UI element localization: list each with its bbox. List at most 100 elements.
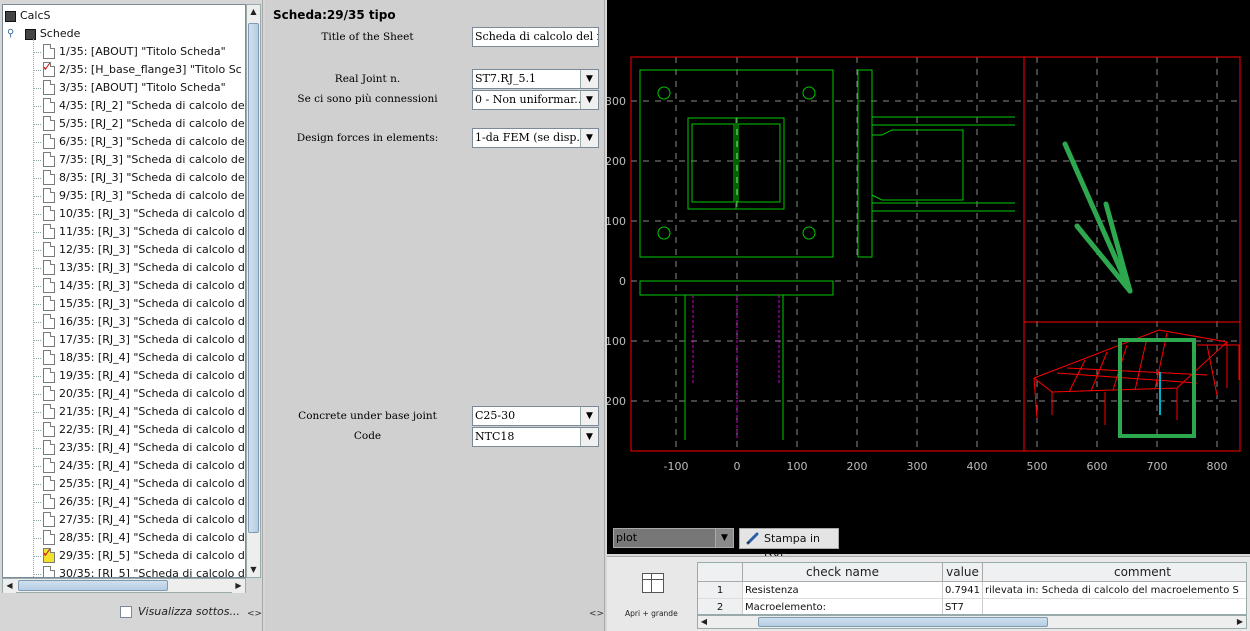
tree-connector xyxy=(33,196,41,197)
scroll-right-icon[interactable]: ▶ xyxy=(1234,616,1246,628)
chevron-down-icon[interactable]: ▼ xyxy=(580,70,598,88)
plot-mode-value: plot xyxy=(616,531,638,544)
tree-item-label: 29/35: [RJ_5] "Scheda di calcolo d xyxy=(59,549,245,562)
tree-item-label: 4/35: [RJ_2] "Scheda di calcolo de xyxy=(59,99,245,112)
tree-item[interactable]: 19/35: [RJ_4] "Scheda di calcolo d xyxy=(33,367,245,385)
tree-item[interactable]: 9/35: [RJ_3] "Scheda di calcolo de xyxy=(33,187,245,205)
export-dxf-button[interactable]: Stampa in DXF xyxy=(739,528,839,564)
table-row[interactable]: 2 Macroelemento: ST7 xyxy=(698,599,1246,614)
tree-connector xyxy=(33,52,41,53)
tree-item[interactable]: 11/35: [RJ_3] "Scheda di calcolo d xyxy=(33,223,245,241)
design-forces-select[interactable]: 1-da FEM (se disp.) ▼ xyxy=(472,128,599,148)
tree-item[interactable]: 27/35: [RJ_4] "Scheda di calcolo d xyxy=(33,511,245,529)
tree-item[interactable]: 8/35: [RJ_3] "Scheda di calcolo de xyxy=(33,169,245,187)
tree-item[interactable]: 10/35: [RJ_3] "Scheda di calcolo d xyxy=(33,205,245,223)
tree-item[interactable]: 30/35: [RJ_5] "Scheda di calcolo d xyxy=(33,565,245,578)
table-row[interactable]: 1 Resistenza 0.7941 rilevata in: Scheda … xyxy=(698,582,1246,599)
connections-select[interactable]: 0 - Non uniformar... ▼ xyxy=(472,90,599,110)
cube-icon xyxy=(5,10,16,22)
tree-item[interactable]: 4/35: [RJ_2] "Scheda di calcolo de xyxy=(33,97,245,115)
scroll-left-icon[interactable]: ◀ xyxy=(3,579,16,593)
tree-item[interactable]: 7/35: [RJ_3] "Scheda di calcolo de xyxy=(33,151,245,169)
checkbox-icon[interactable] xyxy=(120,606,132,618)
tree-group-schede[interactable]: ⚲ Schede xyxy=(7,25,80,43)
col-header-comment[interactable]: comment xyxy=(983,563,1246,582)
scroll-left-icon[interactable]: ◀ xyxy=(698,616,710,628)
tree-item[interactable]: 3/35: [ABOUT] "Titolo Scheda" xyxy=(33,79,226,97)
tree-item[interactable]: 12/35: [RJ_3] "Scheda di calcolo d xyxy=(33,241,245,259)
tree-item-label: 6/35: [RJ_3] "Scheda di calcolo de xyxy=(59,135,245,148)
title-input[interactable]: Scheda di calcolo del m xyxy=(472,27,599,47)
scroll-right-icon[interactable]: ▶ xyxy=(232,579,245,593)
tree-item-label: 21/35: [RJ_4] "Scheda di calcolo d xyxy=(59,405,245,418)
panel-expander[interactable]: <> xyxy=(247,609,262,619)
document-icon xyxy=(43,79,55,95)
x-tick-label: -100 xyxy=(664,460,689,473)
tree-item[interactable]: 23/35: [RJ_4] "Scheda di calcolo d xyxy=(33,439,245,457)
tree-connector xyxy=(33,250,41,251)
tree-item[interactable]: 6/35: [RJ_3] "Scheda di calcolo de xyxy=(33,133,245,151)
tree-item-label: 11/35: [RJ_3] "Scheda di calcolo d xyxy=(59,225,245,238)
cell-value: ST7 xyxy=(943,599,983,614)
tree-item[interactable]: 26/35: [RJ_4] "Scheda di calcolo d xyxy=(33,493,245,511)
code-select[interactable]: NTC18 ▼ xyxy=(472,427,599,447)
document-icon xyxy=(43,187,55,203)
tree-item[interactable]: 21/35: [RJ_4] "Scheda di calcolo d xyxy=(33,403,245,421)
tree-item-label: 18/35: [RJ_4] "Scheda di calcolo d xyxy=(59,351,245,364)
tree-item-label: 20/35: [RJ_4] "Scheda di calcolo d xyxy=(59,387,245,400)
cell-check-name: Resistenza xyxy=(743,582,943,599)
tree-item-label: 26/35: [RJ_4] "Scheda di calcolo d xyxy=(59,495,245,508)
y-axis-ticks: 300 200 100 0 -100 -200 xyxy=(607,95,626,408)
real-joint-select[interactable]: ST7.RJ_5.1 ▼ xyxy=(472,69,599,89)
plot-panel: -100 0 100 200 300 400 500 600 700 800 300 200 100 0… xyxy=(607,0,1250,564)
cell-value: 0.7941 xyxy=(943,582,983,599)
scroll-thumb[interactable] xyxy=(18,580,168,591)
tree-item[interactable]: 22/35: [RJ_4] "Scheda di calcolo d xyxy=(33,421,245,439)
tree-horizontal-scrollbar[interactable]: ◀ ▶ xyxy=(2,578,246,593)
document-icon xyxy=(43,259,55,275)
chevron-down-icon[interactable]: ▼ xyxy=(580,428,598,446)
tree-item-label: 30/35: [RJ_5] "Scheda di calcolo d xyxy=(59,567,245,578)
chevron-down-icon[interactable]: ▼ xyxy=(580,129,598,147)
show-subsheets-toggle[interactable]: Visualizza sottos... xyxy=(120,605,240,618)
scroll-thumb[interactable] xyxy=(248,23,259,533)
open-larger-label: Apri + grande xyxy=(625,609,678,618)
concrete-select[interactable]: C25-30 ▼ xyxy=(472,406,599,426)
scroll-up-icon[interactable]: ▲ xyxy=(247,5,260,19)
tree-item[interactable]: 20/35: [RJ_4] "Scheda di calcolo d xyxy=(33,385,245,403)
tree-item[interactable]: 15/35: [RJ_3] "Scheda di calcolo d xyxy=(33,295,245,313)
document-icon xyxy=(43,493,55,509)
sheet-tree[interactable]: CalcS ⚲ Schede 1/35: [ABOUT] "Titolo Sch… xyxy=(2,4,246,578)
tree-item[interactable]: 17/35: [RJ_3] "Scheda di calcolo d xyxy=(33,331,245,349)
tree-item[interactable]: 5/35: [RJ_2] "Scheda di calcolo de xyxy=(33,115,245,133)
tree-vertical-scrollbar[interactable]: ▲ ▼ xyxy=(246,4,261,578)
show-subsheets-label: Visualizza sottos... xyxy=(138,605,240,618)
tree-item-label: 24/35: [RJ_4] "Scheda di calcolo d xyxy=(59,459,245,472)
y-tick-label: 0 xyxy=(619,275,626,288)
tree-item[interactable]: 13/35: [RJ_3] "Scheda di calcolo d xyxy=(33,259,245,277)
expand-handle-icon[interactable]: ⚲ xyxy=(7,25,14,43)
plot-mode-select[interactable]: plot ▼ xyxy=(613,528,734,548)
tree-item[interactable]: ✓ 29/35: [RJ_5] "Scheda di calcolo d xyxy=(33,546,245,565)
drawing-canvas[interactable]: -100 0 100 200 300 400 500 600 700 800 300 200 100 0… xyxy=(607,0,1250,554)
tree-root[interactable]: CalcS xyxy=(5,7,51,25)
tree-item[interactable]: ✓ 2/35: [H_base_flange3] "Titolo Sc xyxy=(33,60,242,79)
panel-expander[interactable]: <> xyxy=(589,609,604,619)
col-header-check-name[interactable]: check name xyxy=(743,563,943,582)
tree-item[interactable]: 18/35: [RJ_4] "Scheda di calcolo d xyxy=(33,349,245,367)
chevron-down-icon[interactable]: ▼ xyxy=(580,91,598,109)
scroll-thumb[interactable] xyxy=(758,617,1048,627)
scroll-down-icon[interactable]: ▼ xyxy=(247,563,260,577)
chevron-down-icon[interactable]: ▼ xyxy=(580,407,598,425)
col-header-value[interactable]: value xyxy=(943,563,983,582)
table-horizontal-scrollbar[interactable]: ◀ ▶ xyxy=(697,615,1247,629)
document-icon xyxy=(43,367,55,383)
tree-item[interactable]: 14/35: [RJ_3] "Scheda di calcolo d xyxy=(33,277,245,295)
tree-item[interactable]: 25/35: [RJ_4] "Scheda di calcolo d xyxy=(33,475,245,493)
tree-item[interactable]: 16/35: [RJ_3] "Scheda di calcolo d xyxy=(33,313,245,331)
chevron-down-icon[interactable]: ▼ xyxy=(715,529,733,547)
tree-item[interactable]: 1/35: [ABOUT] "Titolo Scheda" xyxy=(33,43,226,61)
y-tick-label: 200 xyxy=(607,155,626,168)
tree-item[interactable]: 24/35: [RJ_4] "Scheda di calcolo d xyxy=(33,457,245,475)
tree-item[interactable]: 28/35: [RJ_4] "Scheda di calcolo d xyxy=(33,529,245,547)
